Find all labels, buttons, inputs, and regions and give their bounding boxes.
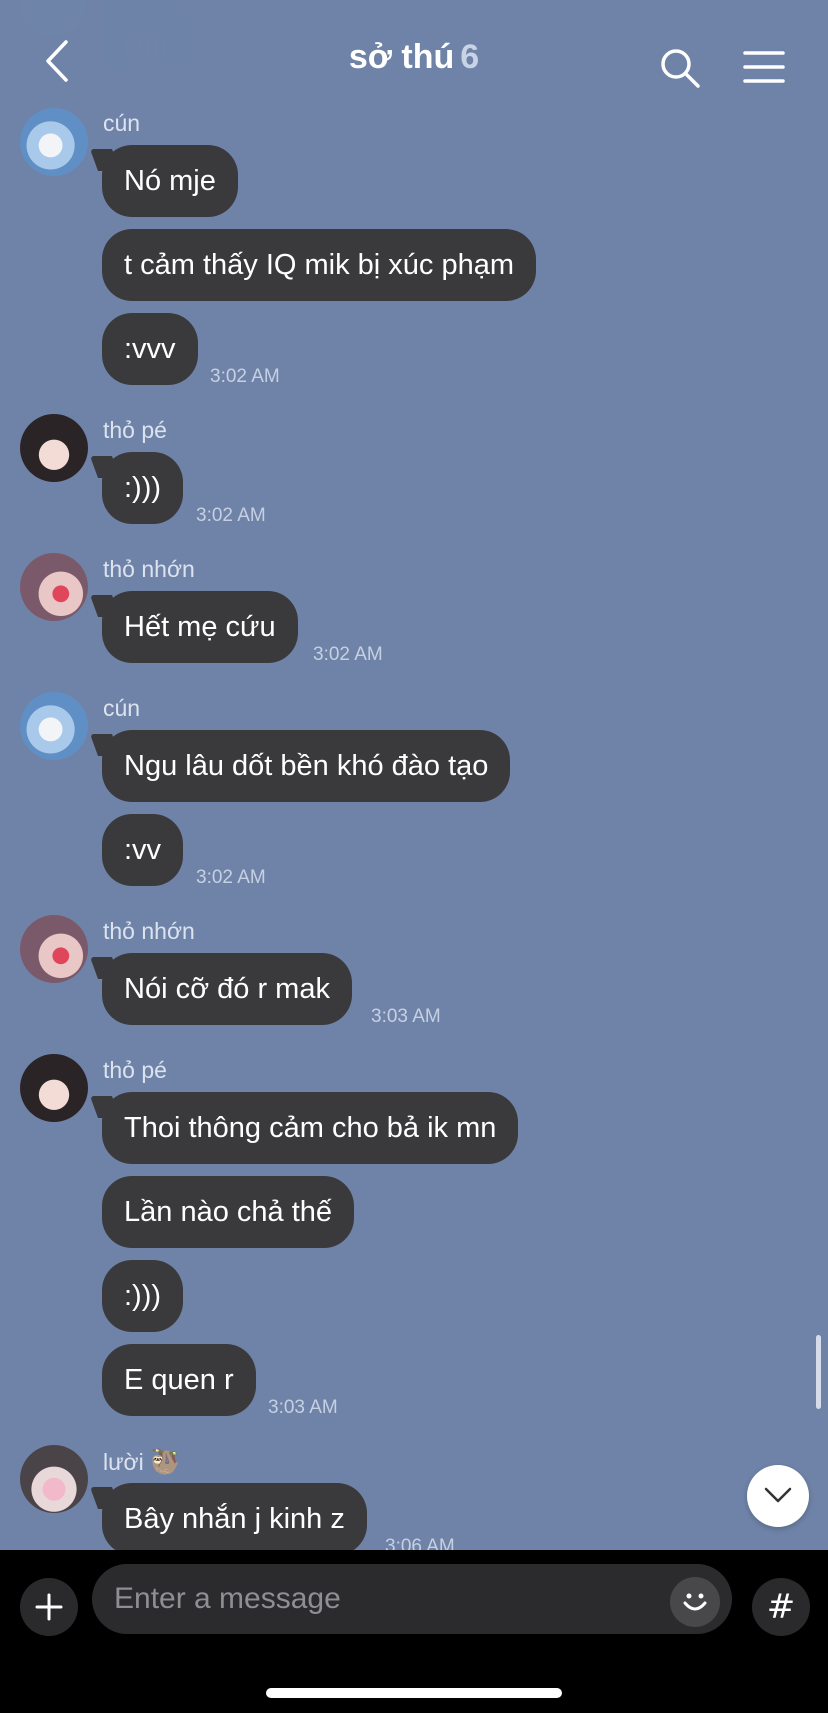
- avatar[interactable]: [20, 108, 88, 176]
- sender-name: cún: [103, 110, 141, 136]
- message-input[interactable]: [92, 1564, 732, 1634]
- avatar[interactable]: [20, 1054, 88, 1122]
- avatar[interactable]: [20, 915, 88, 983]
- plus-icon: [35, 1593, 63, 1621]
- smiley-icon: [683, 1593, 707, 1611]
- search-icon: [661, 49, 700, 88]
- sender-name: thỏ nhớn: [103, 918, 195, 944]
- message-time: 3:02 AM: [196, 505, 266, 526]
- avatar[interactable]: [20, 692, 88, 760]
- sender-name: thỏ pé: [103, 1057, 167, 1083]
- sloth-emoji-icon: 🦥: [150, 1449, 180, 1476]
- message-bubble[interactable]: :vv: [102, 814, 184, 886]
- menu-button[interactable]: [742, 48, 786, 88]
- message-bubble[interactable]: Lần nào chả thế: [102, 1176, 355, 1248]
- sender-name: thỏ nhớn: [103, 556, 195, 582]
- search-button[interactable]: [658, 46, 702, 90]
- emoji-button[interactable]: [670, 1577, 720, 1627]
- message-bubble[interactable]: Bây nhắn j kinh z: [102, 1483, 367, 1550]
- message-bubble[interactable]: E quen r: [102, 1344, 256, 1416]
- hamburger-menu-icon: [743, 51, 785, 83]
- message-bubble[interactable]: Nói cỡ đó r mak: [102, 953, 352, 1025]
- home-indicator: [266, 1688, 562, 1698]
- avatar[interactable]: [20, 1445, 88, 1513]
- message-time: 3:03 AM: [268, 1397, 338, 1418]
- message-time: 3:02 AM: [196, 867, 266, 888]
- avatar[interactable]: [20, 414, 88, 482]
- message-bubble[interactable]: Hết mẹ cứu: [102, 591, 298, 663]
- message-bubble[interactable]: Nó mje: [102, 145, 238, 217]
- chevron-down-icon: [764, 1487, 792, 1503]
- chat-area[interactable]: Đm cún Nó mje t cảm thấy IQ mik bị xúc p…: [0, 0, 828, 1550]
- member-count[interactable]: 6: [460, 38, 479, 76]
- message-bubble[interactable]: :))): [102, 1260, 184, 1332]
- message-time: 3:06 AM: [385, 1536, 455, 1550]
- message-bubble[interactable]: Ngu lâu dốt bền khó đào tạo: [102, 730, 511, 802]
- back-button[interactable]: [38, 38, 78, 84]
- message-time: 3:03 AM: [371, 1006, 441, 1027]
- hashtag-button[interactable]: #: [752, 1578, 810, 1636]
- message-time: 3:02 AM: [210, 366, 280, 387]
- sender-name: lười 🦥: [103, 1448, 180, 1477]
- avatar[interactable]: [20, 553, 88, 621]
- scroll-to-bottom-button[interactable]: [747, 1465, 809, 1527]
- message-bubble[interactable]: t cảm thấy IQ mik bị xúc phạm: [102, 229, 537, 301]
- message-bubble[interactable]: Thoi thông cảm cho bả ik mn: [102, 1092, 519, 1164]
- add-attachment-button[interactable]: [20, 1578, 78, 1636]
- sender-name-text: lười: [103, 1449, 144, 1475]
- message-bubble[interactable]: :))): [102, 452, 184, 524]
- message-time: 3:02 AM: [313, 644, 383, 665]
- sender-name: cún: [103, 695, 141, 721]
- chevron-left-icon: [46, 40, 68, 82]
- message-composer: #: [0, 1550, 828, 1713]
- message-bubble[interactable]: :vvv: [102, 313, 198, 385]
- chat-title: sở thú 6: [0, 38, 828, 77]
- chat-header: sở thú 6: [0, 0, 828, 105]
- sender-name: thỏ pé: [103, 417, 167, 443]
- chat-title-text[interactable]: sở thú: [349, 38, 454, 76]
- scrollbar[interactable]: [816, 1335, 821, 1409]
